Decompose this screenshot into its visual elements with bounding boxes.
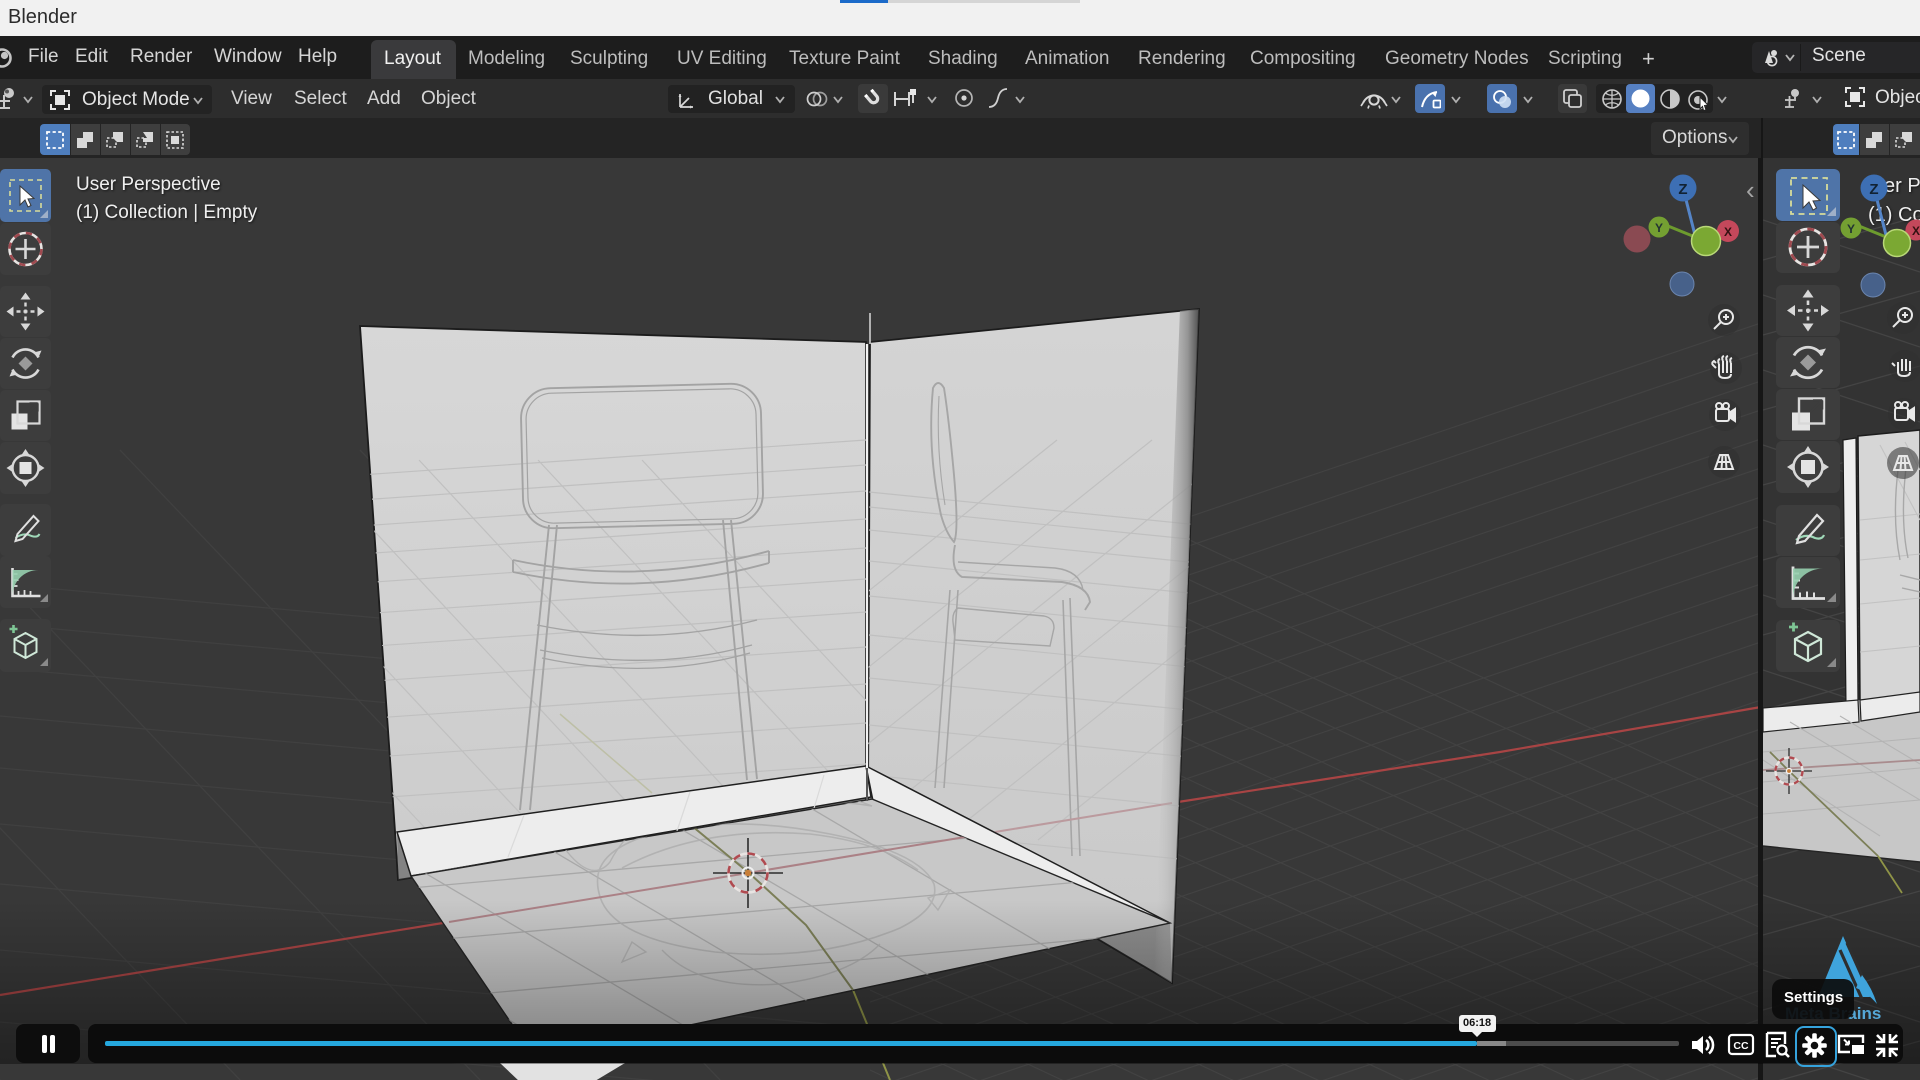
svg-text:X: X (1724, 225, 1732, 239)
svg-text:‹: ‹ (1746, 175, 1755, 205)
svg-text:Y: Y (1655, 221, 1663, 235)
svg-text:Z: Z (1678, 181, 1687, 198)
svg-text:Y: Y (1847, 222, 1855, 236)
svg-text:Z: Z (1869, 181, 1878, 198)
svg-text:CC: CC (1733, 1040, 1749, 1052)
svg-text:X: X (1912, 224, 1920, 238)
